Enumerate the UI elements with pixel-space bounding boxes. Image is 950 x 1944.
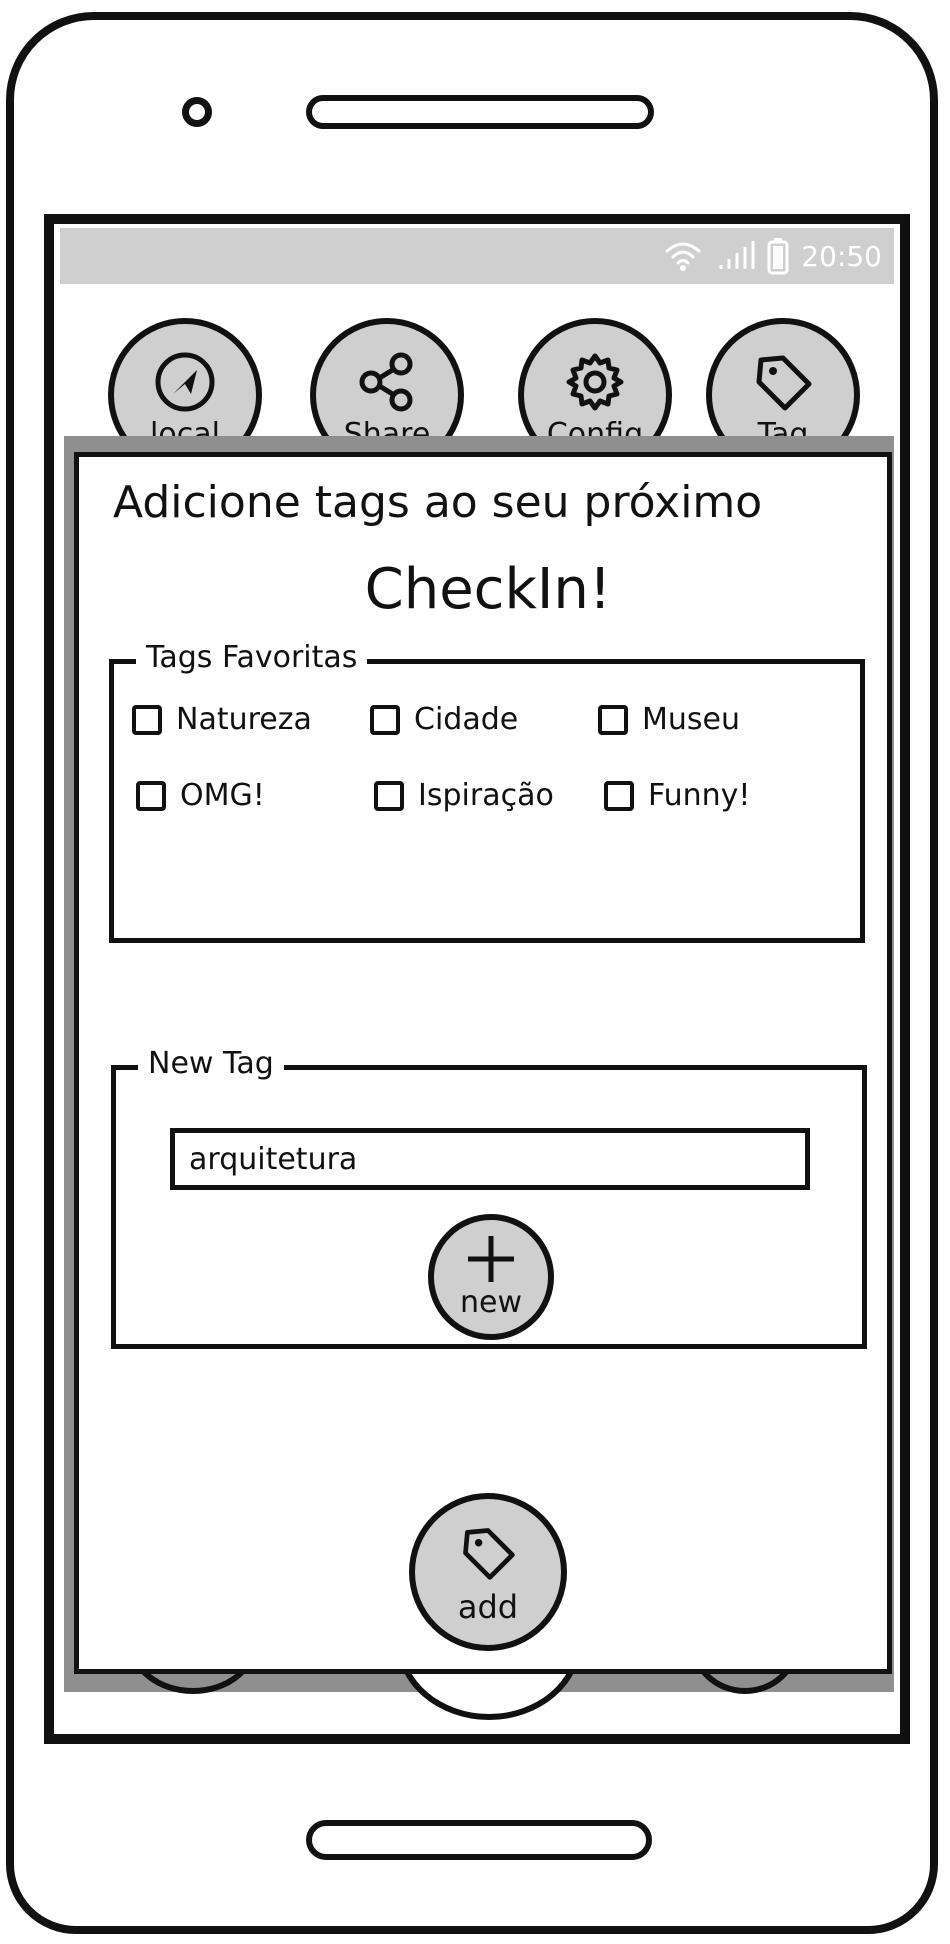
tag-label: Cidade bbox=[414, 702, 519, 737]
wifi-icon bbox=[665, 242, 701, 271]
status-time: 20:50 bbox=[801, 239, 882, 273]
plus-icon bbox=[468, 1236, 514, 1282]
tag-label: Museu bbox=[642, 702, 740, 737]
tag-icon bbox=[756, 355, 812, 411]
new-tag-button[interactable]: new bbox=[428, 1214, 554, 1340]
tag-checkbox-funny[interactable]: Funny! bbox=[604, 778, 750, 813]
checkbox[interactable] bbox=[598, 704, 628, 735]
speaker-grille bbox=[306, 95, 654, 129]
add-button-label: add bbox=[457, 1588, 519, 1626]
home-button[interactable] bbox=[306, 1820, 652, 1860]
checkbox[interactable] bbox=[374, 780, 404, 811]
tag-icon bbox=[463, 1528, 515, 1580]
tag-label: Natureza bbox=[176, 702, 312, 737]
status-icons: 20:50 bbox=[663, 228, 894, 284]
checkbox[interactable] bbox=[604, 780, 634, 811]
favorite-tags-legend: Tags Favoritas bbox=[136, 640, 368, 675]
dialog-subtitle: CheckIn! bbox=[364, 557, 612, 622]
new-tag-group: New Tag new bbox=[111, 1046, 867, 1349]
tag-label: Funny! bbox=[648, 778, 751, 813]
new-button-label: new bbox=[459, 1285, 522, 1320]
tag-label: OMG! bbox=[180, 778, 265, 813]
share-icon bbox=[359, 352, 413, 412]
signal-icon bbox=[719, 241, 755, 269]
tag-checkbox-omg[interactable]: OMG! bbox=[136, 778, 265, 813]
new-tag-legend: New Tag bbox=[138, 1046, 284, 1081]
navigation-arrow-icon bbox=[155, 352, 215, 412]
new-tag-input[interactable] bbox=[170, 1128, 810, 1190]
dialog-title: Adicione tags ao seu próximo bbox=[113, 477, 763, 528]
checkbox[interactable] bbox=[136, 780, 166, 811]
checkbox[interactable] bbox=[132, 704, 162, 735]
tag-checkbox-cidade[interactable]: Cidade bbox=[370, 702, 518, 737]
tag-checkbox-museu[interactable]: Museu bbox=[598, 702, 740, 737]
add-tags-button[interactable]: add bbox=[409, 1493, 567, 1651]
battery-icon bbox=[767, 238, 789, 275]
status-bar: 20:50 bbox=[60, 228, 894, 284]
tag-checkbox-natureza[interactable]: Natureza bbox=[132, 702, 312, 737]
add-tags-dialog: Adicione tags ao seu próximo CheckIn! Ta… bbox=[74, 452, 892, 1674]
camera-icon bbox=[182, 97, 212, 127]
tag-label: Ispiração bbox=[418, 778, 554, 813]
checkbox[interactable] bbox=[370, 704, 400, 735]
gear-icon bbox=[566, 353, 624, 411]
favorite-tags-group: Tags Favoritas Natureza Cidade Museu OMG… bbox=[109, 640, 865, 943]
tag-checkbox-ispiracao[interactable]: Ispiração bbox=[374, 778, 554, 813]
